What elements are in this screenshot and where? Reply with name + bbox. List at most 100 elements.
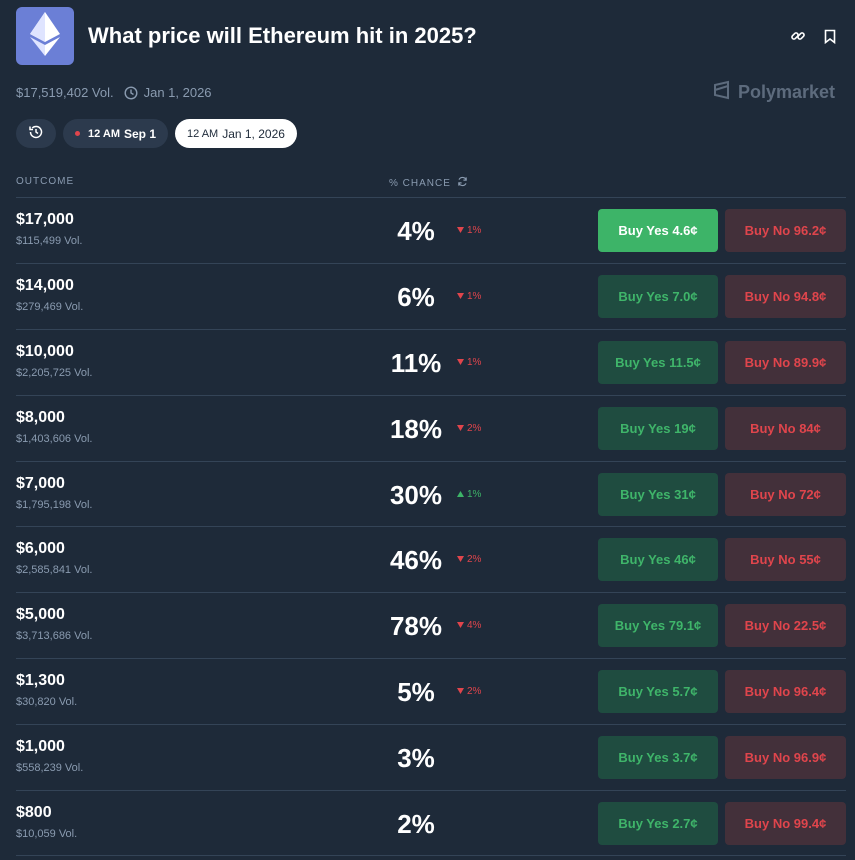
table-bottom-divider <box>16 855 846 856</box>
arrow-down-icon <box>457 554 464 565</box>
arrow-down-icon <box>457 225 464 236</box>
outcome-volume: $558,239 Vol. <box>16 762 84 775</box>
change-value: 2% <box>467 422 482 434</box>
change-indicator: 4% <box>457 620 481 631</box>
brand-logo: Polymarket <box>712 80 835 105</box>
arrow-down-icon <box>457 686 464 697</box>
outcome-name: $5,000 <box>16 606 65 624</box>
buy-yes-button[interactable]: Buy Yes 46¢ <box>598 538 718 582</box>
buy-no-button[interactable]: Buy No 96.2¢ <box>725 209 846 252</box>
time-filters: 12 AM Sep 1 12 AM Jan 1, 2026 <box>16 119 297 148</box>
outcome-volume: $1,403,606 Vol. <box>16 432 93 445</box>
buy-no-button[interactable]: Buy No 96.9¢ <box>725 736 846 780</box>
live-dot <box>75 131 80 136</box>
outcome-name: $6,000 <box>16 540 65 558</box>
outcome-chance: 4% <box>397 216 435 246</box>
outcome-row[interactable]: $1,300 $30,820 Vol. 5% 2% Buy Yes 5.7¢ B… <box>16 658 846 724</box>
buy-yes-button[interactable]: Buy Yes 2.7¢ <box>598 802 718 846</box>
outcome-volume: $30,820 Vol. <box>16 696 78 709</box>
outcome-chance: 11% <box>390 347 442 378</box>
outcome-row[interactable]: $800 $10,059 Vol. 2% Buy Yes 2.7¢ Buy No… <box>16 790 846 856</box>
outcome-volume: $115,499 Vol. <box>16 235 83 247</box>
outcome-row[interactable]: $17,000 $115,499 Vol. 4% 1% Buy Yes 4.6¢… <box>16 197 846 263</box>
refresh-icon[interactable] <box>457 176 468 190</box>
change-indicator: 1% <box>457 357 481 368</box>
buy-yes-button[interactable]: Buy Yes 19¢ <box>598 406 718 450</box>
change-indicator: 1% <box>457 225 481 236</box>
end-date: Jan 1, 2026 <box>143 85 212 100</box>
chance-column-header: % CHANCE <box>389 176 468 190</box>
change-indicator: 2% <box>457 423 481 434</box>
change-indicator: 2% <box>457 554 481 565</box>
change-value: 1% <box>467 225 482 236</box>
buy-yes-button[interactable]: Buy Yes 7.0¢ <box>598 274 718 318</box>
arrow-up-icon <box>457 489 464 500</box>
change-value: 1% <box>467 488 482 500</box>
outcome-row[interactable]: $10,000 $2,205,725 Vol. 11% 1% Buy Yes 1… <box>16 328 846 395</box>
brand-name: Polymarket <box>737 82 835 102</box>
outcome-row[interactable]: $14,000 $279,469 Vol. 6% 1% Buy Yes 7.0¢… <box>16 262 846 329</box>
change-value: 1% <box>467 356 482 368</box>
market-meta: $17,519,402 Vol. Jan 1, 2026 <box>16 85 212 100</box>
change-indicator: 1% <box>457 489 481 500</box>
outcome-chance: 2% <box>397 809 435 840</box>
outcome-column-header: OUTCOME <box>16 176 75 187</box>
buy-no-button[interactable]: Buy No 84¢ <box>725 406 846 450</box>
outcome-name: $8,000 <box>16 408 65 426</box>
outcome-name: $10,000 <box>16 342 74 360</box>
buy-no-button[interactable]: Buy No 55¢ <box>725 538 846 582</box>
outcome-name: $14,000 <box>16 276 74 294</box>
buy-yes-button[interactable]: Buy Yes 11.5¢ <box>598 340 718 384</box>
outcome-row[interactable]: $1,000 $558,239 Vol. 3% Buy Yes 3.7¢ Buy… <box>16 724 846 790</box>
buy-no-button[interactable]: Buy No 99.4¢ <box>725 802 846 846</box>
change-indicator: 2% <box>457 686 481 697</box>
outcome-chance: 30% <box>389 479 443 510</box>
arrow-down-icon <box>457 291 464 302</box>
buy-no-button[interactable]: Buy No 94.8¢ <box>725 274 846 318</box>
outcome-list: $17,000 $115,499 Vol. 4% 1% Buy Yes 4.6¢… <box>16 197 846 856</box>
buy-yes-button[interactable]: Buy Yes 31¢ <box>598 472 718 516</box>
bookmark-icon[interactable] <box>821 27 839 45</box>
link-icon[interactable] <box>789 27 807 45</box>
buy-no-button[interactable]: Buy No 72¢ <box>725 472 846 516</box>
buy-yes-button[interactable]: Buy Yes 4.6¢ <box>598 209 718 252</box>
outcome-row[interactable]: $6,000 $2,585,841 Vol. 46% 2% Buy Yes 46… <box>16 526 846 592</box>
outcome-row[interactable]: $5,000 $3,713,686 Vol. 78% 4% Buy Yes 79… <box>16 592 846 658</box>
market-header: What price will Ethereum hit in 2025? <box>16 7 839 65</box>
page-title: What price will Ethereum hit in 2025? <box>88 23 477 48</box>
arrow-down-icon <box>457 357 464 368</box>
outcome-name: $1,300 <box>16 672 65 690</box>
change-value: 1% <box>467 290 482 302</box>
buy-yes-button[interactable]: Buy Yes 79.1¢ <box>598 604 718 648</box>
outcome-name: $800 <box>16 804 52 822</box>
date-chip-sep-1[interactable]: 12 AM Sep 1 <box>63 119 169 148</box>
outcome-chance: 46% <box>389 545 443 576</box>
history-button[interactable] <box>16 119 56 148</box>
outcome-row[interactable]: $8,000 $1,403,606 Vol. 18% 2% Buy Yes 19… <box>16 394 846 461</box>
chip-date: Sep 1 <box>124 126 157 141</box>
outcome-name: $1,000 <box>16 738 65 756</box>
outcome-volume: $279,469 Vol. <box>16 300 84 313</box>
outcome-volume: $10,059 Vol. <box>16 828 78 841</box>
polymarket-icon <box>712 80 732 105</box>
outcome-row[interactable]: $7,000 $1,795,198 Vol. 30% 1% Buy Yes 31… <box>16 460 846 527</box>
outcome-chance: 3% <box>397 743 435 774</box>
change-indicator: 1% <box>457 291 481 302</box>
buy-no-button[interactable]: Buy No 96.4¢ <box>725 670 846 714</box>
outcome-chance: 18% <box>389 413 443 444</box>
history-icon <box>28 124 44 143</box>
date-chip-jan-1-2026[interactable]: 12 AM Jan 1, 2026 <box>175 119 297 148</box>
buy-yes-button[interactable]: Buy Yes 5.7¢ <box>598 670 718 714</box>
arrow-down-icon <box>457 620 464 631</box>
arrow-down-icon <box>457 423 464 434</box>
buy-no-button[interactable]: Buy No 89.9¢ <box>725 340 846 384</box>
change-value: 4% <box>467 620 482 632</box>
buy-yes-button[interactable]: Buy Yes 3.7¢ <box>598 736 718 780</box>
outcome-volume: $1,795,198 Vol. <box>16 498 93 511</box>
outcome-volume: $2,585,841 Vol. <box>16 564 93 577</box>
outcome-name: $7,000 <box>16 474 65 492</box>
outcome-chance: 78% <box>389 611 443 642</box>
market-logo <box>16 7 74 65</box>
ethereum-icon <box>30 11 60 61</box>
buy-no-button[interactable]: Buy No 22.5¢ <box>725 604 846 648</box>
